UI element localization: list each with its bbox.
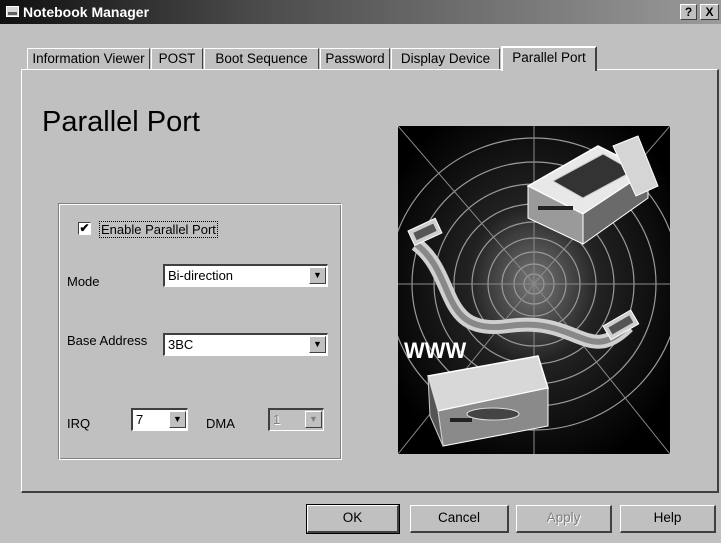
window-title: Notebook Manager [23, 4, 150, 20]
tab-boot-sequence[interactable]: Boot Sequence [204, 48, 319, 69]
dma-label: DMA [206, 416, 235, 431]
www-text: WWW [404, 338, 467, 363]
irq-label: IRQ [67, 416, 91, 431]
help-dialog-button[interactable]: Help [620, 505, 716, 533]
parallel-port-illustration: WWW [398, 126, 670, 454]
mode-value: Bi-direction [168, 268, 234, 283]
cancel-button[interactable]: Cancel [410, 505, 509, 533]
base-address-select[interactable]: 3BC ▼ [163, 333, 328, 356]
irq-value: 7 [136, 412, 144, 427]
tab-information-viewer[interactable]: Information Viewer [27, 48, 150, 69]
dma-value: 1 [273, 412, 281, 427]
apply-button[interactable]: Apply [516, 505, 612, 533]
page-title: Parallel Port [42, 106, 200, 138]
tab-parallel-port[interactable]: Parallel Port [501, 46, 597, 71]
tab-display-device[interactable]: Display Device [391, 48, 500, 69]
ok-button[interactable]: OK [306, 504, 400, 534]
base-address-value: 3BC [168, 337, 194, 352]
chevron-down-icon[interactable]: ▼ [305, 411, 322, 428]
tab-password[interactable]: Password [320, 48, 390, 69]
app-icon [6, 6, 19, 17]
dma-select[interactable]: 1 ▼ [268, 408, 324, 431]
chevron-down-icon[interactable]: ▼ [309, 336, 326, 353]
mode-label: Mode [67, 274, 100, 289]
chevron-down-icon[interactable]: ▼ [309, 267, 326, 284]
help-button[interactable]: ? [680, 4, 697, 20]
title-bar[interactable]: Notebook Manager ? X [0, 0, 721, 24]
enable-parallel-port-checkbox[interactable]: ✔ [78, 222, 91, 235]
base-address-label: Base Address [67, 333, 148, 348]
tab-post[interactable]: POST [151, 48, 203, 69]
enable-parallel-port-label[interactable]: Enable Parallel Port [99, 221, 218, 238]
notebook-manager-window: Notebook Manager ? X Information Viewer … [0, 0, 721, 543]
irq-select[interactable]: 7 ▼ [131, 408, 188, 431]
close-button[interactable]: X [700, 4, 719, 20]
chevron-down-icon[interactable]: ▼ [169, 411, 186, 428]
mode-select[interactable]: Bi-direction ▼ [163, 264, 328, 287]
